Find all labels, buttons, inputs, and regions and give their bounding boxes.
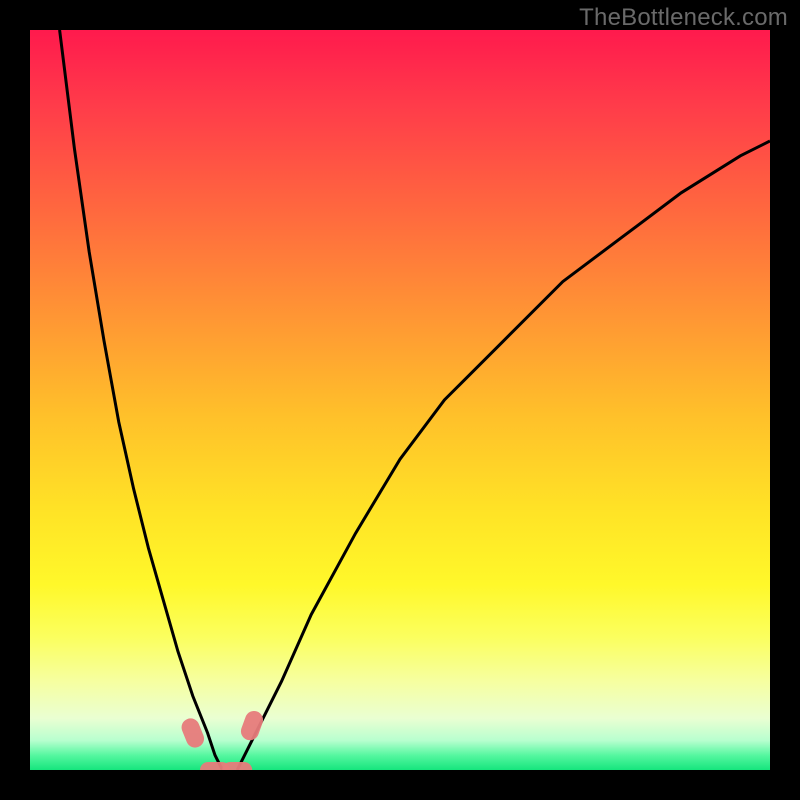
plot-area bbox=[30, 30, 770, 770]
watermark-text: TheBottleneck.com bbox=[579, 4, 788, 32]
chart-frame: TheBottleneck.com bbox=[0, 0, 800, 800]
right-dip-marker bbox=[238, 708, 265, 742]
curve-right-branch bbox=[237, 141, 770, 770]
curves-layer bbox=[30, 30, 770, 770]
curve-left-branch bbox=[60, 30, 223, 770]
markers-group bbox=[179, 708, 266, 770]
bottom-marker-2 bbox=[222, 762, 252, 770]
